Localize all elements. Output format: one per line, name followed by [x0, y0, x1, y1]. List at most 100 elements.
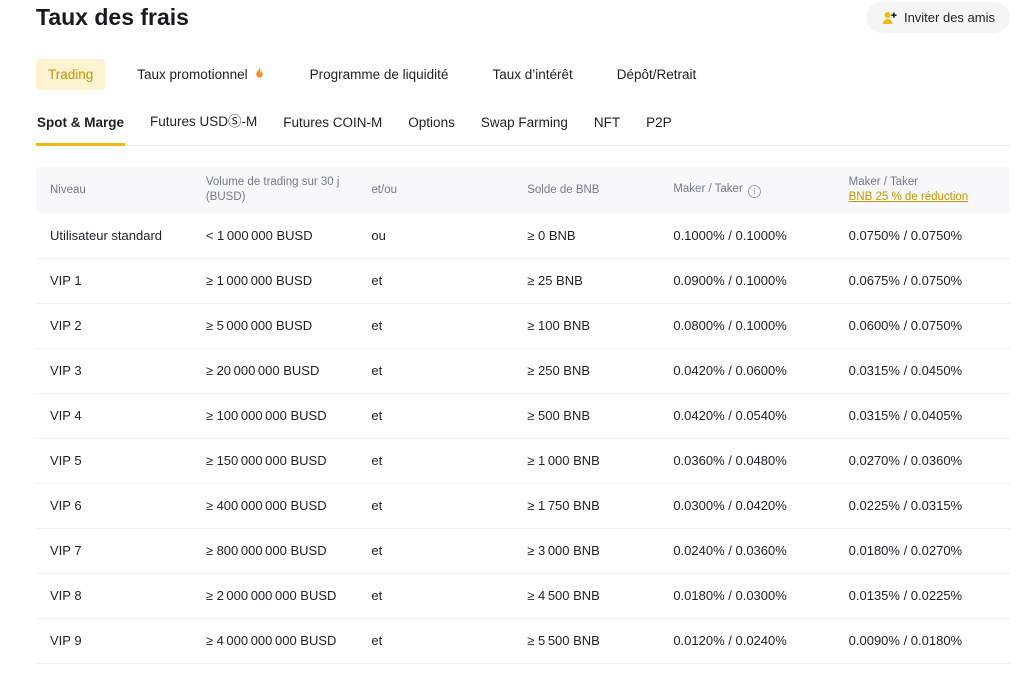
- table-row: VIP 7≥ 800 000 000 BUSDet≥ 3 000 BNB0.02…: [36, 528, 1010, 573]
- volume-cell: ≥ 800 000 000 BUSD: [192, 528, 358, 573]
- main-tab-trading[interactable]: Trading: [36, 59, 105, 90]
- level-cell: VIP 4: [36, 393, 192, 438]
- sub-tabs: Spot & Marge Futures USDⓈ-M Futures COIN-M…: [36, 106, 1010, 146]
- andor-cell: et: [357, 303, 513, 348]
- bnb-balance-cell: ≥ 4 500 BNB: [513, 573, 659, 618]
- fee-rates-page: Taux des frais Inviter des amis TradingT…: [0, 0, 1024, 664]
- maker-taker-cell: 0.0240% / 0.0360%: [659, 528, 834, 573]
- andor-cell: et: [357, 438, 513, 483]
- volume-cell: ≥ 4 000 000 000 BUSD: [192, 618, 358, 663]
- table-row: VIP 8≥ 2 000 000 000 BUSDet≥ 4 500 BNB0.…: [36, 573, 1010, 618]
- bnb-balance-cell: ≥ 1 750 BNB: [513, 483, 659, 528]
- volume-cell: ≥ 1 000 000 BUSD: [192, 258, 358, 303]
- andor-cell: et: [357, 348, 513, 393]
- level-cell: VIP 1: [36, 258, 192, 303]
- andor-cell: et: [357, 618, 513, 663]
- maker-taker-cell: 0.0420% / 0.0600%: [659, 348, 834, 393]
- page-title: Taux des frais: [36, 2, 189, 31]
- header-maker-taker-bnb: Maker / Taker BNB 25 % de réduction: [835, 167, 1010, 213]
- andor-cell: et: [357, 528, 513, 573]
- main-tab-taux-d-int-r-t[interactable]: Taux d’intérêt: [480, 59, 584, 90]
- maker-taker-cell: 0.0420% / 0.0540%: [659, 393, 834, 438]
- bnb-balance-cell: ≥ 100 BNB: [513, 303, 659, 348]
- info-circle-icon[interactable]: i: [748, 185, 761, 198]
- maker-taker-bnb-cell: 0.0090% / 0.0180%: [835, 618, 1010, 663]
- maker-taker-bnb-cell: 0.0600% / 0.0750%: [835, 303, 1010, 348]
- table-row: VIP 4≥ 100 000 000 BUSDet≥ 500 BNB0.0420…: [36, 393, 1010, 438]
- main-tabs: Trading Taux promotionnel Programme de liq…: [36, 59, 1010, 90]
- level-cell: VIP 3: [36, 348, 192, 393]
- header-andor: et/ou: [357, 167, 513, 213]
- andor-cell: et: [357, 258, 513, 303]
- volume-cell: ≥ 150 000 000 BUSD: [192, 438, 358, 483]
- sub-tab-spot-marge[interactable]: Spot & Marge: [36, 111, 125, 146]
- sub-tab-futures-coin-m[interactable]: Futures COIN-M: [282, 111, 383, 146]
- level-cell: VIP 5: [36, 438, 192, 483]
- fee-table: Niveau Volume de trading sur 30 j (BUSD)…: [36, 167, 1010, 664]
- maker-taker-bnb-cell: 0.0270% / 0.0360%: [835, 438, 1010, 483]
- info-glyph: i: [753, 187, 755, 196]
- header-bnb-balance: Solde de BNB: [513, 167, 659, 213]
- volume-cell: ≥ 5 000 000 BUSD: [192, 303, 358, 348]
- fee-table-body: Utilisateur standard< 1 000 000 BUSDou≥ …: [36, 213, 1010, 663]
- maker-taker-cell: 0.0180% / 0.0300%: [659, 573, 834, 618]
- maker-taker-bnb-label: Maker / Taker: [849, 175, 996, 190]
- sub-tab-p2p[interactable]: P2P: [645, 111, 673, 146]
- maker-taker-cell: 0.0300% / 0.0420%: [659, 483, 834, 528]
- table-row: VIP 2≥ 5 000 000 BUSDet≥ 100 BNB0.0800% …: [36, 303, 1010, 348]
- bnb-balance-cell: ≥ 3 000 BNB: [513, 528, 659, 573]
- bnb-balance-cell: ≥ 25 BNB: [513, 258, 659, 303]
- main-tab-programme-de-liquidit[interactable]: Programme de liquidité: [298, 59, 461, 90]
- andor-cell: et: [357, 573, 513, 618]
- bnb-balance-cell: ≥ 1 000 BNB: [513, 438, 659, 483]
- person-add-icon: [881, 10, 897, 26]
- main-tab-label: Dépôt/Retrait: [617, 67, 697, 82]
- topbar: Taux des frais Inviter des amis: [36, 2, 1010, 33]
- sub-tab-futures-usd-m[interactable]: Futures USDⓈ-M: [149, 106, 258, 146]
- main-tab-label: Trading: [48, 67, 93, 82]
- maker-taker-bnb-cell: 0.0225% / 0.0315%: [835, 483, 1010, 528]
- fire-icon: [253, 67, 266, 80]
- sub-tab-nft[interactable]: NFT: [593, 111, 621, 146]
- bnb-balance-cell: ≥ 5 500 BNB: [513, 618, 659, 663]
- maker-taker-bnb-cell: 0.0675% / 0.0750%: [835, 258, 1010, 303]
- level-cell: VIP 2: [36, 303, 192, 348]
- volume-cell: < 1 000 000 BUSD: [192, 213, 358, 258]
- level-cell: Utilisateur standard: [36, 213, 192, 258]
- volume-cell: ≥ 20 000 000 BUSD: [192, 348, 358, 393]
- table-row: VIP 6≥ 400 000 000 BUSDet≥ 1 750 BNB0.03…: [36, 483, 1010, 528]
- bnb-balance-cell: ≥ 500 BNB: [513, 393, 659, 438]
- bnb-discount-link[interactable]: BNB 25 % de réduction: [849, 191, 969, 203]
- maker-taker-cell: 0.1000% / 0.1000%: [659, 213, 834, 258]
- header-volume-line2: (BUSD): [206, 190, 344, 205]
- volume-cell: ≥ 400 000 000 BUSD: [192, 483, 358, 528]
- main-tab-d-p-t-retrait[interactable]: Dépôt/Retrait: [605, 59, 709, 90]
- bnb-balance-cell: ≥ 250 BNB: [513, 348, 659, 393]
- sub-tab-options[interactable]: Options: [407, 111, 456, 146]
- maker-taker-bnb-cell: 0.0750% / 0.0750%: [835, 213, 1010, 258]
- maker-taker-cell: 0.0120% / 0.0240%: [659, 618, 834, 663]
- main-tab-taux-promotionnel[interactable]: Taux promotionnel: [125, 59, 277, 90]
- table-row: VIP 3≥ 20 000 000 BUSDet≥ 250 BNB0.0420%…: [36, 348, 1010, 393]
- andor-cell: et: [357, 393, 513, 438]
- maker-taker-cell: 0.0360% / 0.0480%: [659, 438, 834, 483]
- maker-taker-label: Maker / Taker: [673, 183, 742, 195]
- header-maker-taker: Maker / Taker i: [659, 167, 834, 213]
- maker-taker-bnb-cell: 0.0315% / 0.0405%: [835, 393, 1010, 438]
- andor-cell: et: [357, 483, 513, 528]
- level-cell: VIP 7: [36, 528, 192, 573]
- invite-friends-label: Inviter des amis: [904, 10, 995, 25]
- main-tab-label: Taux d’intérêt: [492, 67, 572, 82]
- level-cell: VIP 9: [36, 618, 192, 663]
- maker-taker-cell: 0.0800% / 0.1000%: [659, 303, 834, 348]
- invite-friends-button[interactable]: Inviter des amis: [866, 2, 1010, 33]
- volume-cell: ≥ 2 000 000 000 BUSD: [192, 573, 358, 618]
- main-tab-label: Programme de liquidité: [310, 67, 449, 82]
- maker-taker-bnb-cell: 0.0180% / 0.0270%: [835, 528, 1010, 573]
- header-level: Niveau: [36, 167, 192, 213]
- level-cell: VIP 6: [36, 483, 192, 528]
- bnb-balance-cell: ≥ 0 BNB: [513, 213, 659, 258]
- sub-tab-swap-farming[interactable]: Swap Farming: [480, 111, 569, 146]
- main-tab-label: Taux promotionnel: [137, 67, 247, 82]
- table-row: VIP 1≥ 1 000 000 BUSDet≥ 25 BNB0.0900% /…: [36, 258, 1010, 303]
